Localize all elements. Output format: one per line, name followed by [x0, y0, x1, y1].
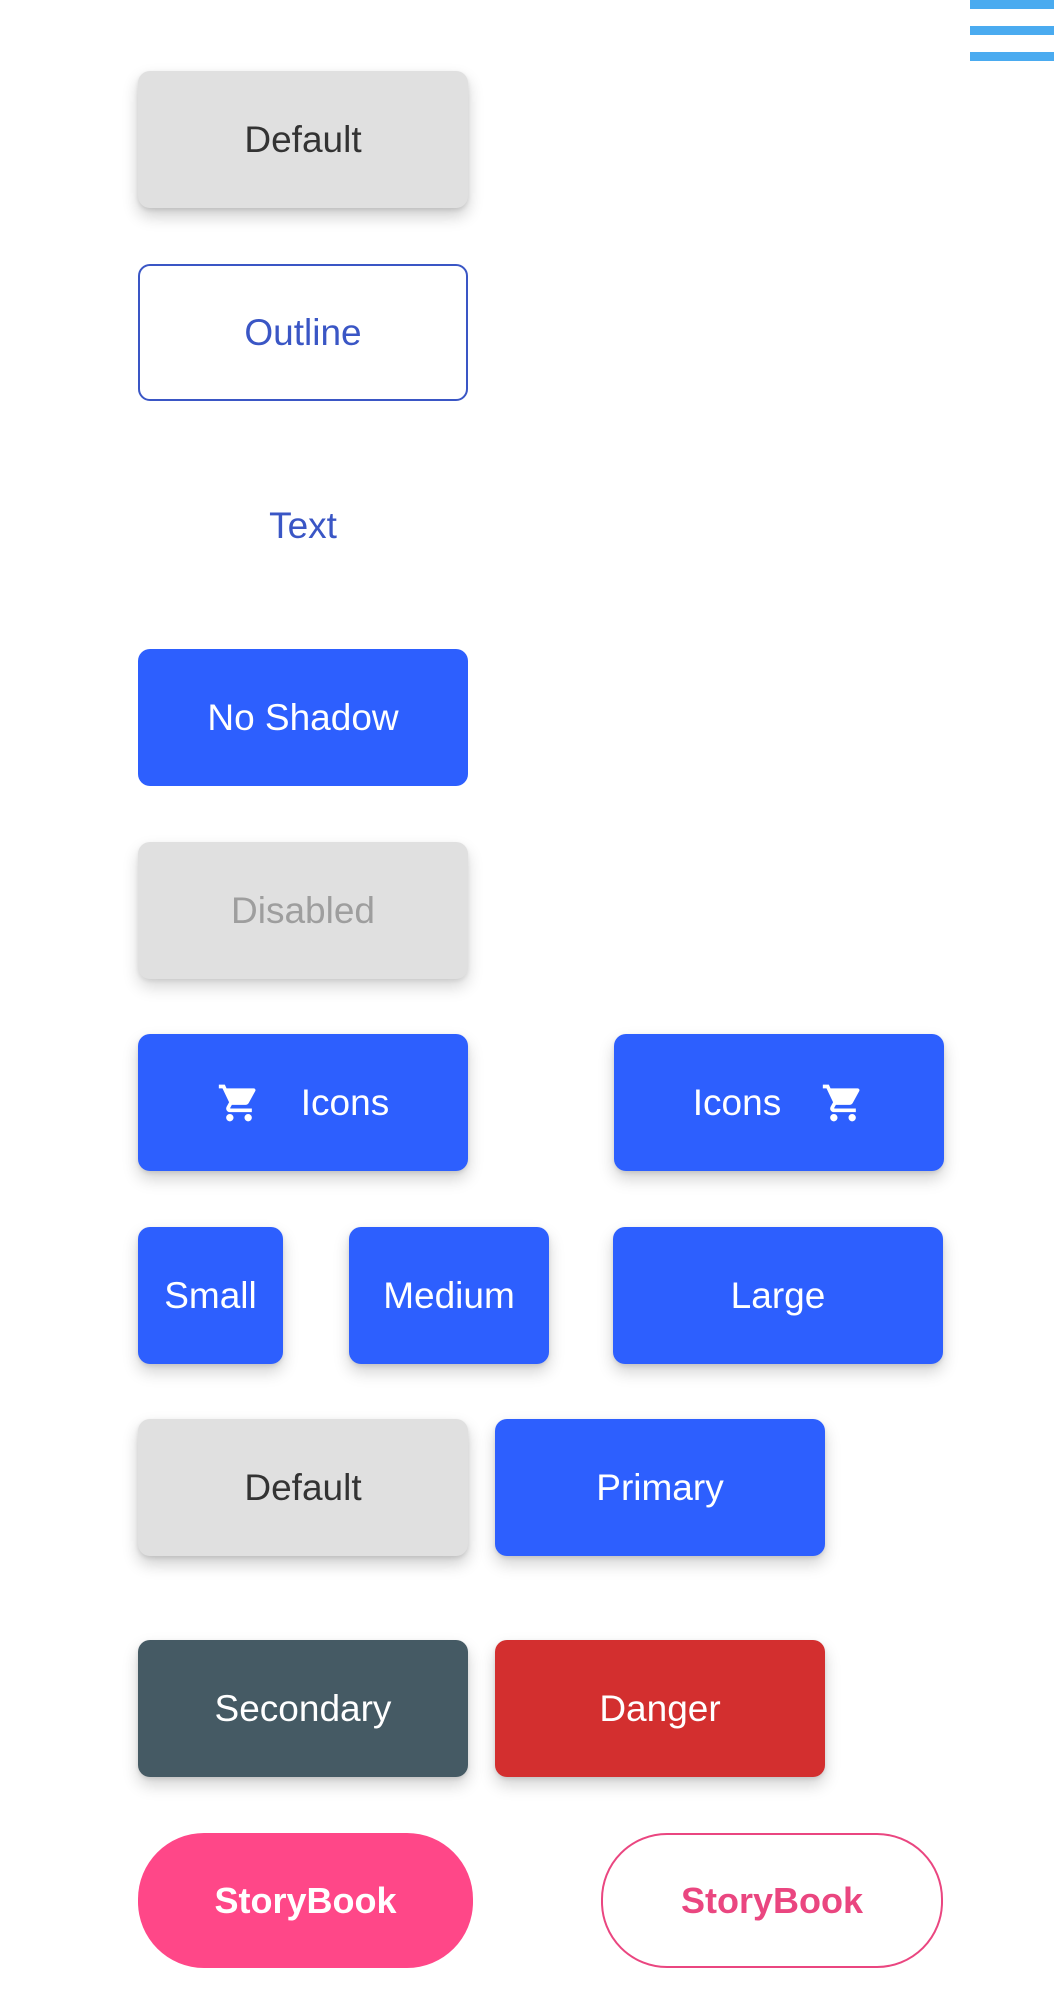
storybook-outline-button[interactable]: StoryBook: [601, 1833, 943, 1968]
icons-left-button[interactable]: Icons: [138, 1034, 468, 1171]
small-button[interactable]: Small: [138, 1227, 283, 1364]
secondary-button[interactable]: Secondary: [138, 1640, 468, 1777]
shopping-cart-icon: [218, 1084, 256, 1121]
storybook-outline-button-label: StoryBook: [680, 1879, 864, 1921]
icons-right-button[interactable]: Icons: [614, 1034, 944, 1171]
large-button[interactable]: Large: [613, 1227, 943, 1364]
disabled-button-label: Disabled: [231, 889, 375, 931]
medium-button-label: Medium: [383, 1274, 515, 1316]
primary-button-label: Primary: [596, 1466, 724, 1508]
default-button-label: Default: [244, 118, 362, 160]
disabled-button: Disabled: [138, 842, 468, 979]
danger-button-label: Danger: [599, 1687, 721, 1729]
storybook-filled-button[interactable]: StoryBook: [138, 1833, 473, 1968]
outline-button[interactable]: Outline: [138, 264, 468, 401]
large-button-label: Large: [730, 1274, 826, 1316]
default-type-button[interactable]: Default: [138, 1419, 468, 1556]
no-shadow-button[interactable]: No Shadow: [138, 649, 468, 786]
no-shadow-button-label: No Shadow: [207, 696, 399, 738]
hamburger-menu-icon[interactable]: [970, 0, 1054, 64]
shopping-cart-icon: [823, 1084, 860, 1121]
default-button[interactable]: Default: [138, 71, 468, 208]
default-type-button-label: Default: [244, 1466, 362, 1508]
medium-button[interactable]: Medium: [349, 1227, 549, 1364]
text-button[interactable]: Text: [138, 457, 468, 594]
storybook-filled-button-label: StoryBook: [214, 1879, 397, 1921]
secondary-button-label: Secondary: [214, 1687, 392, 1729]
danger-button[interactable]: Danger: [495, 1640, 825, 1777]
icons-left-button-label: Icons: [300, 1081, 390, 1123]
icons-right-button-label: Icons: [692, 1081, 782, 1123]
primary-button[interactable]: Primary: [495, 1419, 825, 1556]
small-button-label: Small: [164, 1274, 257, 1316]
text-button-label: Text: [269, 504, 337, 546]
outline-button-label: Outline: [244, 311, 362, 353]
